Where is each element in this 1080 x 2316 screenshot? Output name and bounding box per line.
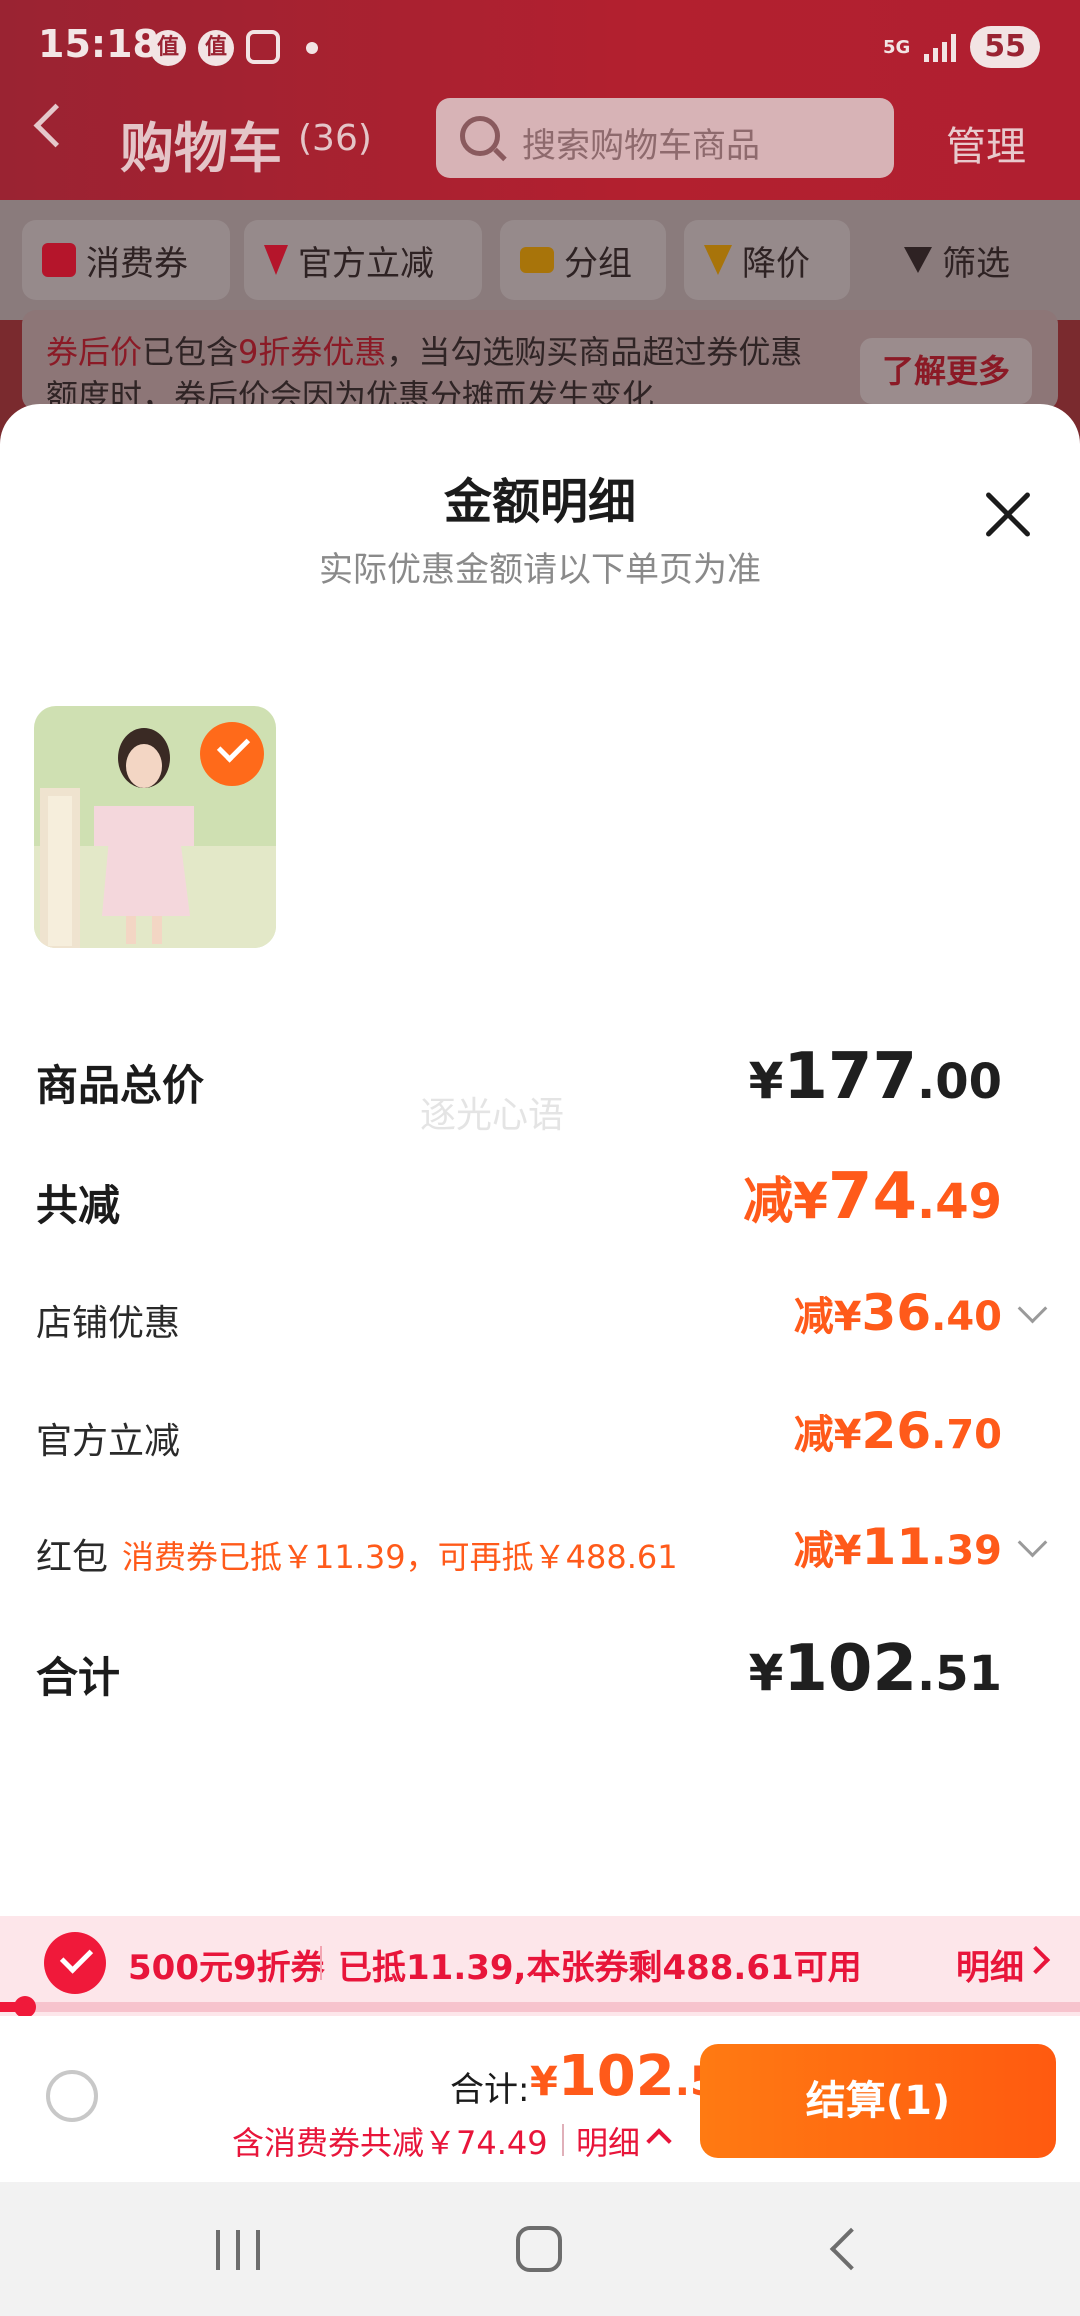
filter-chip-label: 消费券 [86,243,188,284]
search-icon [460,116,500,156]
red-packet-note: 消费券已抵￥11.39，可再抵￥488.61 [122,1538,678,1576]
selected-check-icon[interactable] [200,722,264,786]
page-title: 购物车 [120,117,282,180]
signal-icon [924,32,957,62]
subtotal-amount: ¥177.00 [748,1040,1002,1114]
status-time: 15:18 [38,22,159,66]
checkout-button[interactable]: 结算(1) [700,2044,1056,2158]
red-packet-label: 红包 [36,1537,109,1578]
home-icon[interactable] [516,2226,562,2272]
sheet-title: 金额明细 [443,474,636,530]
search-placeholder: 搜索购物车商品 [522,126,760,166]
recents-icon[interactable] [216,2230,260,2270]
red-packet-amount[interactable]: 减¥11.39 [794,1518,1002,1576]
total-discount-label: 共减 [36,1181,121,1230]
divider [562,2124,564,2156]
network-label: 5G [882,36,911,58]
checkout-total-label: 合计: [450,2070,530,2110]
checkout-detail-toggle[interactable]: 明细 [576,2118,640,2164]
checkout-savings-note: 含消费券共减￥74.49 [232,2124,548,2162]
filter-chip-price-drop[interactable]: 降价 [684,220,850,300]
learn-more-button[interactable]: 了解更多 [860,338,1032,404]
filter-chip-label: 分组 [564,243,632,284]
notification-badge-icon: 值 [150,30,186,66]
total-label: 合计 [36,1653,121,1702]
manage-button[interactable]: 管理 [946,114,1026,172]
official-discount-label: 官方立减 [36,1421,181,1462]
coupon-detail-link[interactable]: 明细 [956,1940,1024,1989]
battery-indicator: 55 [970,26,1040,68]
official-discount-amount: 减¥26.70 [793,1402,1002,1460]
coupon-check-icon[interactable] [44,1932,106,1994]
coupon-usage-text: 已抵11.39,本张券剩488.61可用 [338,1948,862,1988]
select-all-checkbox[interactable] [46,2070,98,2122]
screenshot-icon [246,30,280,64]
notification-badge-icon: 值 [198,30,234,66]
notification-dot-icon [306,42,318,54]
filter-chip-filter[interactable]: 筛选 [884,220,1050,300]
filter-chip-coupon[interactable]: 消费券 [22,220,230,300]
filter-chip-label: 官方立减 [298,243,434,284]
coupon-progress-track [0,2002,1080,2012]
shop-discount-label: 店铺优惠 [36,1303,181,1344]
total-amount: ¥102.51 [748,1632,1002,1706]
arrow-down-icon [704,245,732,275]
lightning-icon [264,245,288,275]
coupon-name: 500元9折券 [128,1948,325,1988]
filter-chip-group[interactable]: 分组 [500,220,666,300]
divider [320,1946,322,1980]
watermark: 逐光心语 [420,1095,565,1136]
close-icon[interactable] [982,488,1034,540]
funnel-icon [904,247,932,273]
status-right-group: 5G 55 [883,26,1040,68]
cart-count: (36) [298,118,372,159]
sheet-subtitle: 实际优惠金额请以下单页为准 [319,550,761,590]
subtotal-label: 商品总价 [36,1061,205,1110]
shop-discount-amount[interactable]: 减¥36.40 [794,1284,1002,1342]
filter-chip-official-discount[interactable]: 官方立减 [244,220,482,300]
total-discount-amount: 减¥74.49 [743,1160,1002,1234]
folder-icon [520,247,554,273]
coupon-icon [42,243,76,277]
filter-chip-label: 筛选 [942,243,1010,284]
coupon-progress-knob [13,1996,36,2018]
filter-chip-label: 降价 [742,243,810,284]
